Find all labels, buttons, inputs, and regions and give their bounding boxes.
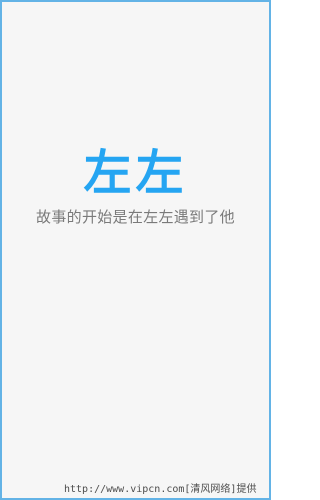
splash-screen: 左左 故事的开始是在左左遇到了他 http://www.vipcn.com[清风…: [0, 0, 271, 500]
app-logo: 左左: [83, 145, 188, 201]
watermark-text: http://www.vipcn.com[清风网络]提供: [64, 484, 257, 495]
slogan-text: 故事的开始是在左左遇到了他: [36, 208, 235, 226]
